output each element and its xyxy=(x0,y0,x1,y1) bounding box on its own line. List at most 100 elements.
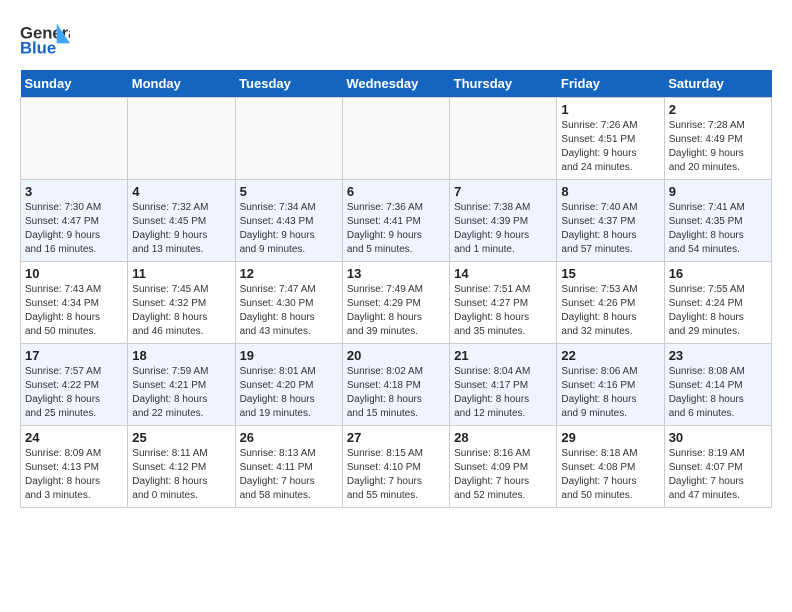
weekday-header-tuesday: Tuesday xyxy=(235,70,342,98)
calendar-cell: 9 Sunrise: 7:41 AM Sunset: 4:35 PM Daylig… xyxy=(664,180,771,262)
day-number: 3 xyxy=(25,184,123,199)
calendar-cell: 25Sunrise: 8:11 AM Sunset: 4:12 PM Dayli… xyxy=(128,426,235,508)
calendar-cell: 27 Sunrise: 8:15 AM Sunset: 4:10 PM Dayli… xyxy=(342,426,449,508)
svg-text:Blue: Blue xyxy=(20,38,56,57)
week-row-4: 17 Sunrise: 7:57 AM Sunset: 4:22 PM Dayli… xyxy=(21,344,772,426)
calendar-cell: 17 Sunrise: 7:57 AM Sunset: 4:22 PM Dayli… xyxy=(21,344,128,426)
day-number: 4 xyxy=(132,184,230,199)
calendar-cell: 16 Sunrise: 7:55 AM Sunset: 4:24 PM Dayli… xyxy=(664,262,771,344)
calendar-cell: 19 Sunrise: 8:01 AM Sunset: 4:20 PM Dayli… xyxy=(235,344,342,426)
day-number: 12 xyxy=(240,266,338,281)
day-number: 6 xyxy=(347,184,445,199)
calendar-cell: 1 Sunrise: 7:26 AM Sunset: 4:51 PM Daylig… xyxy=(557,98,664,180)
day-info: Sunrise: 7:38 AM Sunset: 4:39 PM Dayligh… xyxy=(454,201,552,257)
day-number: 2 xyxy=(669,102,767,117)
day-info: Sunrise: 7:47 AM Sunset: 4:30 PM Dayligh… xyxy=(240,283,338,339)
calendar-cell: 28 Sunrise: 8:16 AM Sunset: 4:09 PM Dayli… xyxy=(450,426,557,508)
week-row-2: 3 Sunrise: 7:30 AM Sunset: 4:47 PM Daylig… xyxy=(21,180,772,262)
day-number: 29 xyxy=(561,430,659,445)
day-info: Sunrise: 7:55 AM Sunset: 4:24 PM Dayligh… xyxy=(669,283,767,339)
calendar-cell xyxy=(342,98,449,180)
calendar-cell: 14 Sunrise: 7:51 AM Sunset: 4:27 PM Dayli… xyxy=(450,262,557,344)
calendar-cell: 5 Sunrise: 7:34 AM Sunset: 4:43 PM Daylig… xyxy=(235,180,342,262)
day-number: 5 xyxy=(240,184,338,199)
calendar-cell xyxy=(235,98,342,180)
calendar-cell xyxy=(21,98,128,180)
day-info: Sunrise: 7:26 AM Sunset: 4:51 PM Dayligh… xyxy=(561,119,659,175)
day-number: 1 xyxy=(561,102,659,117)
day-number: 30 xyxy=(669,430,767,445)
day-number: 17 xyxy=(25,348,123,363)
calendar-cell xyxy=(128,98,235,180)
day-number: 9 xyxy=(669,184,767,199)
week-row-3: 10 Sunrise: 7:43 AM Sunset: 4:34 PM Dayli… xyxy=(21,262,772,344)
calendar-cell: 24 Sunrise: 8:09 AM Sunset: 4:13 PM Dayli… xyxy=(21,426,128,508)
calendar-cell: 22 Sunrise: 8:06 AM Sunset: 4:16 PM Dayli… xyxy=(557,344,664,426)
day-info: Sunrise: 8:02 AM Sunset: 4:18 PM Dayligh… xyxy=(347,365,445,421)
day-number: 14 xyxy=(454,266,552,281)
day-number: 25 xyxy=(132,430,230,445)
calendar-cell: 15 Sunrise: 7:53 AM Sunset: 4:26 PM Dayli… xyxy=(557,262,664,344)
weekday-header-row: SundayMondayTuesdayWednesdayThursdayFrid… xyxy=(21,70,772,98)
calendar-table: SundayMondayTuesdayWednesdayThursdayFrid… xyxy=(20,70,772,508)
day-number: 24 xyxy=(25,430,123,445)
calendar-cell: 12 Sunrise: 7:47 AM Sunset: 4:30 PM Dayli… xyxy=(235,262,342,344)
day-number: 7 xyxy=(454,184,552,199)
day-info: Sunrise: 7:30 AM Sunset: 4:47 PM Dayligh… xyxy=(25,201,123,257)
day-number: 26 xyxy=(240,430,338,445)
day-info: Sunrise: 7:34 AM Sunset: 4:43 PM Dayligh… xyxy=(240,201,338,257)
logo: General Blue xyxy=(20,20,74,60)
day-info: Sunrise: 8:04 AM Sunset: 4:17 PM Dayligh… xyxy=(454,365,552,421)
day-number: 20 xyxy=(347,348,445,363)
day-info: Sunrise: 7:51 AM Sunset: 4:27 PM Dayligh… xyxy=(454,283,552,339)
calendar-cell: 8 Sunrise: 7:40 AM Sunset: 4:37 PM Daylig… xyxy=(557,180,664,262)
calendar-cell: 6Sunrise: 7:36 AM Sunset: 4:41 PM Daylig… xyxy=(342,180,449,262)
day-info: Sunrise: 8:09 AM Sunset: 4:13 PM Dayligh… xyxy=(25,447,123,503)
day-info: Sunrise: 7:41 AM Sunset: 4:35 PM Dayligh… xyxy=(669,201,767,257)
day-number: 10 xyxy=(25,266,123,281)
weekday-header-wednesday: Wednesday xyxy=(342,70,449,98)
day-number: 15 xyxy=(561,266,659,281)
day-number: 11 xyxy=(132,266,230,281)
week-row-5: 24 Sunrise: 8:09 AM Sunset: 4:13 PM Dayli… xyxy=(21,426,772,508)
day-info: Sunrise: 7:57 AM Sunset: 4:22 PM Dayligh… xyxy=(25,365,123,421)
day-info: Sunrise: 8:06 AM Sunset: 4:16 PM Dayligh… xyxy=(561,365,659,421)
weekday-header-friday: Friday xyxy=(557,70,664,98)
calendar-cell: 23 Sunrise: 8:08 AM Sunset: 4:14 PM Dayli… xyxy=(664,344,771,426)
day-number: 27 xyxy=(347,430,445,445)
day-number: 23 xyxy=(669,348,767,363)
calendar-cell xyxy=(450,98,557,180)
weekday-header-thursday: Thursday xyxy=(450,70,557,98)
day-number: 21 xyxy=(454,348,552,363)
calendar-cell: 11 Sunrise: 7:45 AM Sunset: 4:32 PM Dayli… xyxy=(128,262,235,344)
day-number: 8 xyxy=(561,184,659,199)
calendar-cell: 2 Sunrise: 7:28 AM Sunset: 4:49 PM Daylig… xyxy=(664,98,771,180)
week-row-1: 1 Sunrise: 7:26 AM Sunset: 4:51 PM Daylig… xyxy=(21,98,772,180)
weekday-header-sunday: Sunday xyxy=(21,70,128,98)
day-info: Sunrise: 7:53 AM Sunset: 4:26 PM Dayligh… xyxy=(561,283,659,339)
calendar-cell: 21 Sunrise: 8:04 AM Sunset: 4:17 PM Dayli… xyxy=(450,344,557,426)
day-number: 13 xyxy=(347,266,445,281)
day-number: 16 xyxy=(669,266,767,281)
day-number: 22 xyxy=(561,348,659,363)
day-info: Sunrise: 7:40 AM Sunset: 4:37 PM Dayligh… xyxy=(561,201,659,257)
day-number: 19 xyxy=(240,348,338,363)
day-info: Sunrise: 8:15 AM Sunset: 4:10 PM Dayligh… xyxy=(347,447,445,503)
day-info: Sunrise: 7:49 AM Sunset: 4:29 PM Dayligh… xyxy=(347,283,445,339)
day-info: Sunrise: 7:59 AM Sunset: 4:21 PM Dayligh… xyxy=(132,365,230,421)
page-header: General Blue xyxy=(20,20,772,60)
day-number: 18 xyxy=(132,348,230,363)
calendar-cell: 7 Sunrise: 7:38 AM Sunset: 4:39 PM Daylig… xyxy=(450,180,557,262)
day-number: 28 xyxy=(454,430,552,445)
day-info: Sunrise: 7:28 AM Sunset: 4:49 PM Dayligh… xyxy=(669,119,767,175)
day-info: Sunrise: 7:43 AM Sunset: 4:34 PM Dayligh… xyxy=(25,283,123,339)
day-info: Sunrise: 8:19 AM Sunset: 4:07 PM Dayligh… xyxy=(669,447,767,503)
day-info: Sunrise: 8:16 AM Sunset: 4:09 PM Dayligh… xyxy=(454,447,552,503)
calendar-cell: 4Sunrise: 7:32 AM Sunset: 4:45 PM Daylig… xyxy=(128,180,235,262)
day-info: Sunrise: 8:08 AM Sunset: 4:14 PM Dayligh… xyxy=(669,365,767,421)
day-info: Sunrise: 8:01 AM Sunset: 4:20 PM Dayligh… xyxy=(240,365,338,421)
weekday-header-monday: Monday xyxy=(128,70,235,98)
day-info: Sunrise: 7:45 AM Sunset: 4:32 PM Dayligh… xyxy=(132,283,230,339)
calendar-cell: 10 Sunrise: 7:43 AM Sunset: 4:34 PM Dayli… xyxy=(21,262,128,344)
calendar-cell: 3 Sunrise: 7:30 AM Sunset: 4:47 PM Daylig… xyxy=(21,180,128,262)
